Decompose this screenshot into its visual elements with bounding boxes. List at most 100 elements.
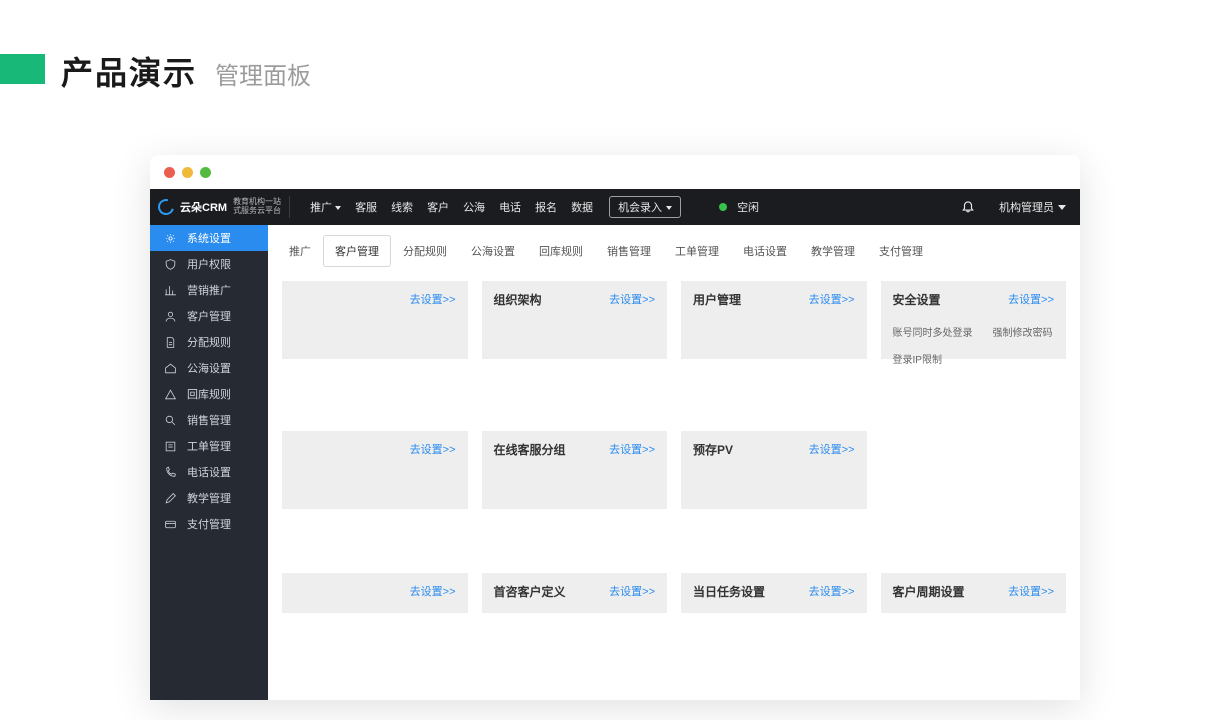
app-body: 系统设置 用户权限 营销推广 客户管理 分配规则 公海设置 (150, 225, 1080, 700)
sidebar-item-user-permissions[interactable]: 用户权限 (150, 251, 268, 277)
topnav-item[interactable]: 线索 (391, 199, 413, 215)
settings-card-stored-pv: 预存PV 去设置>> (681, 431, 867, 509)
topnav-item[interactable]: 数据 (571, 199, 593, 215)
go-settings-link[interactable]: 去设置>> (609, 291, 655, 307)
tab[interactable]: 支付管理 (867, 235, 935, 267)
house-icon (164, 362, 177, 375)
sidebar-item-label: 支付管理 (187, 516, 231, 532)
topnav-links: 推广 客服 线索 客户 公海 电话 报名 数据 (310, 199, 593, 215)
tab-active[interactable]: 客户管理 (323, 235, 391, 267)
window-maximize-icon[interactable] (200, 167, 211, 178)
go-settings-link[interactable]: 去设置>> (1008, 291, 1054, 307)
card-icon (164, 518, 177, 531)
settings-card: 去设置>> (282, 281, 468, 359)
go-settings-link[interactable]: 去设置>> (809, 583, 855, 599)
settings-card-online-service-group: 在线客服分组 去设置>> (482, 431, 668, 509)
sidebar-item-label: 营销推广 (187, 282, 231, 298)
sidebar-item-label: 用户权限 (187, 256, 231, 272)
go-settings-link[interactable]: 去设置>> (410, 583, 456, 599)
sidebar-item-label: 回库规则 (187, 386, 231, 402)
tab[interactable]: 回库规则 (527, 235, 595, 267)
tab[interactable]: 公海设置 (459, 235, 527, 267)
topnav-item[interactable]: 电话 (499, 199, 521, 215)
sidebar-item-ticket-mgmt[interactable]: 工单管理 (150, 433, 268, 459)
go-settings-link[interactable]: 去设置>> (609, 583, 655, 599)
slide-title: 产品演示 (61, 48, 197, 94)
shield-icon (164, 258, 177, 271)
window-minimize-icon[interactable] (182, 167, 193, 178)
card-tag: 账号同时多处登录 (893, 324, 973, 339)
window-titlebar (150, 155, 1080, 189)
settings-card-org-structure: 组织架构 去设置>> (482, 281, 668, 359)
sidebar-item-label: 公海设置 (187, 360, 231, 376)
topnav-item[interactable]: 公海 (463, 199, 485, 215)
tab[interactable]: 工单管理 (663, 235, 731, 267)
list-icon (164, 440, 177, 453)
sidebar-item-system-settings[interactable]: 系统设置 (150, 225, 268, 251)
sidebar-item-label: 工单管理 (187, 438, 231, 454)
status-dot-icon (719, 203, 727, 211)
user-label: 机构管理员 (999, 199, 1054, 215)
card-row: 去设置>> 首咨客户定义 去设置>> 当日任务设置 去设置>> 客户周期设置 去… (282, 573, 1066, 613)
sidebar-item-label: 客户管理 (187, 308, 231, 324)
topbar: 云朵CRM 教育机构一站 式服务云平台 推广 客服 线索 客户 公海 电话 报名… (150, 189, 1080, 225)
sidebar-item-phone-settings[interactable]: 电话设置 (150, 459, 268, 485)
settings-card-daily-task: 当日任务设置 去设置>> (681, 573, 867, 613)
go-settings-link[interactable]: 去设置>> (609, 441, 655, 457)
sidebar-item-sales-mgmt[interactable]: 销售管理 (150, 407, 268, 433)
sidebar-item-assign-rules[interactable]: 分配规则 (150, 329, 268, 355)
settings-tabs: 推广 客户管理 分配规则 公海设置 回库规则 销售管理 工单管理 电话设置 教学… (282, 235, 1066, 267)
sidebar-item-public-pool[interactable]: 公海设置 (150, 355, 268, 381)
settings-card-user-mgmt: 用户管理 去设置>> (681, 281, 867, 359)
sidebar-item-label: 教学管理 (187, 490, 231, 506)
settings-icon (164, 232, 177, 245)
sidebar-item-marketing[interactable]: 营销推广 (150, 277, 268, 303)
tab[interactable]: 推广 (282, 235, 323, 267)
settings-card: 去设置>> (282, 573, 468, 613)
card-tags: 账号同时多处登录 强制修改密码 登录IP限制 (893, 324, 1055, 366)
logo-tagline: 教育机构一站 式服务云平台 (233, 198, 281, 216)
status-label: 空闲 (737, 199, 759, 215)
chevron-down-icon (1058, 205, 1066, 210)
window-close-icon[interactable] (164, 167, 175, 178)
settings-card-customer-cycle: 客户周期设置 去设置>> (881, 573, 1067, 613)
topnav-item[interactable]: 客服 (355, 199, 377, 215)
tab[interactable]: 分配规则 (391, 235, 459, 267)
bell-icon[interactable] (961, 199, 975, 216)
topnav-item[interactable]: 报名 (535, 199, 557, 215)
pencil-icon (164, 492, 177, 505)
content-area: 推广 客户管理 分配规则 公海设置 回库规则 销售管理 工单管理 电话设置 教学… (268, 225, 1080, 700)
app-window: 云朵CRM 教育机构一站 式服务云平台 推广 客服 线索 客户 公海 电话 报名… (150, 155, 1080, 700)
record-opportunity-button[interactable]: 机会录入 (609, 196, 681, 218)
person-icon (164, 310, 177, 323)
go-settings-link[interactable]: 去设置>> (809, 441, 855, 457)
go-settings-link[interactable]: 去设置>> (410, 291, 456, 307)
card-tag: 登录IP限制 (893, 351, 942, 366)
go-settings-link[interactable]: 去设置>> (1008, 583, 1054, 599)
sidebar-item-payment-mgmt[interactable]: 支付管理 (150, 511, 268, 537)
topnav-item[interactable]: 客户 (427, 199, 449, 215)
sidebar-item-label: 电话设置 (187, 464, 231, 480)
tab[interactable]: 销售管理 (595, 235, 663, 267)
logo[interactable]: 云朵CRM 教育机构一站 式服务云平台 (158, 196, 290, 218)
logo-icon (155, 196, 177, 218)
sidebar-item-teaching-mgmt[interactable]: 教学管理 (150, 485, 268, 511)
sidebar-item-customer-mgmt[interactable]: 客户管理 (150, 303, 268, 329)
phone-icon (164, 466, 177, 479)
user-menu[interactable]: 机构管理员 (999, 199, 1066, 215)
tab[interactable]: 电话设置 (731, 235, 799, 267)
search-icon (164, 414, 177, 427)
triangle-icon (164, 388, 177, 401)
settings-card-first-consult: 首咨客户定义 去设置>> (482, 573, 668, 613)
slide-subtitle: 管理面板 (215, 56, 311, 91)
card-row: 去设置>> 在线客服分组 去设置>> 预存PV 去设置>> (282, 431, 1066, 509)
settings-card: 去设置>> (282, 431, 468, 509)
slide-header: 产品演示 管理面板 (0, 0, 1210, 94)
sidebar-item-return-rules[interactable]: 回库规则 (150, 381, 268, 407)
accent-bar (0, 54, 45, 84)
topnav-item[interactable]: 推广 (310, 199, 341, 215)
tab[interactable]: 教学管理 (799, 235, 867, 267)
go-settings-link[interactable]: 去设置>> (410, 441, 456, 457)
card-row: 去设置>> 组织架构 去设置>> 用户管理 去设置>> 安全设置 去设置>> 账… (282, 281, 1066, 359)
go-settings-link[interactable]: 去设置>> (809, 291, 855, 307)
